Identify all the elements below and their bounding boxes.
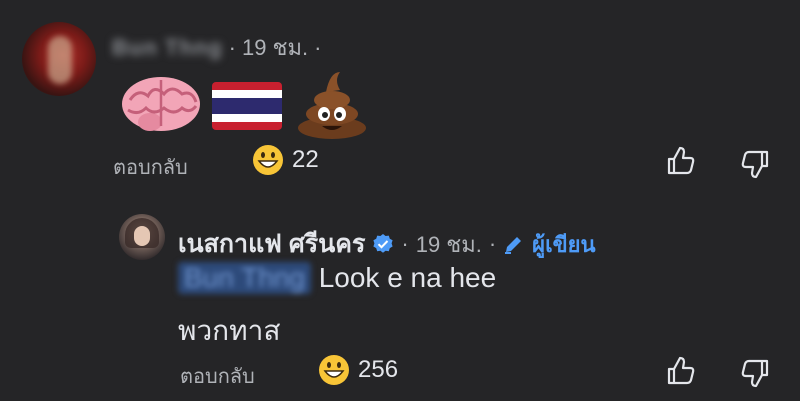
- reaction-summary[interactable]: 22: [252, 144, 319, 176]
- pencil-icon: [505, 237, 522, 254]
- separator-dot: ·: [314, 34, 322, 60]
- thumbs-up-icon: [667, 356, 695, 385]
- thailand-flag-emoji: [212, 82, 282, 130]
- reply-text-line-2: พวกทาส: [178, 315, 281, 346]
- comment-timestamp[interactable]: 19 ชม.: [242, 30, 308, 65]
- grinning-face-icon: [319, 355, 349, 385]
- reply-text: Look e na hee: [318, 262, 497, 293]
- reply-author-avatar[interactable]: [119, 214, 165, 260]
- grinning-face-icon: [253, 145, 283, 175]
- thumbs-down-icon: [741, 150, 769, 179]
- pile-of-poo-emoji: [298, 72, 366, 139]
- reaction-count: 22: [292, 146, 319, 173]
- mention-tag-blurred[interactable]: Bun Thng: [178, 262, 311, 294]
- like-button[interactable]: [666, 356, 696, 386]
- reply-timestamp[interactable]: 19 ชม.: [416, 227, 482, 262]
- thumbs-down-icon: [741, 359, 769, 388]
- verified-badge-icon: [373, 234, 393, 253]
- brain-emoji: [122, 77, 200, 131]
- reply-header: เนสกาแฟ ศรีนคร · 19 ชม. · ผู้เขียน: [178, 224, 596, 264]
- reaction-count: 256: [358, 356, 399, 383]
- comment-header: Bun Thng · 19 ชม. ·: [112, 30, 321, 65]
- reply-text-line-1: Bun Thng Look e na hee: [178, 262, 496, 294]
- thumbs-up-icon: [667, 146, 695, 175]
- separator-dot: ·: [488, 231, 497, 256]
- like-button[interactable]: [666, 146, 696, 176]
- dislike-button[interactable]: [740, 358, 770, 388]
- reaction-summary[interactable]: 256: [318, 354, 398, 386]
- separator-dot: ·: [228, 34, 236, 60]
- dislike-button[interactable]: [740, 149, 770, 179]
- separator-dot: ·: [401, 231, 409, 256]
- author-label: ผู้เขียน: [532, 231, 596, 257]
- commenter-name-blurred[interactable]: Bun Thng: [112, 35, 223, 61]
- commenter-avatar[interactable]: [22, 22, 96, 96]
- reply-button[interactable]: ตอบกลับ: [180, 360, 255, 392]
- reply-button[interactable]: ตอบกลับ: [113, 151, 188, 183]
- reply-author-name[interactable]: เนสกาแฟ ศรีนคร: [178, 224, 365, 264]
